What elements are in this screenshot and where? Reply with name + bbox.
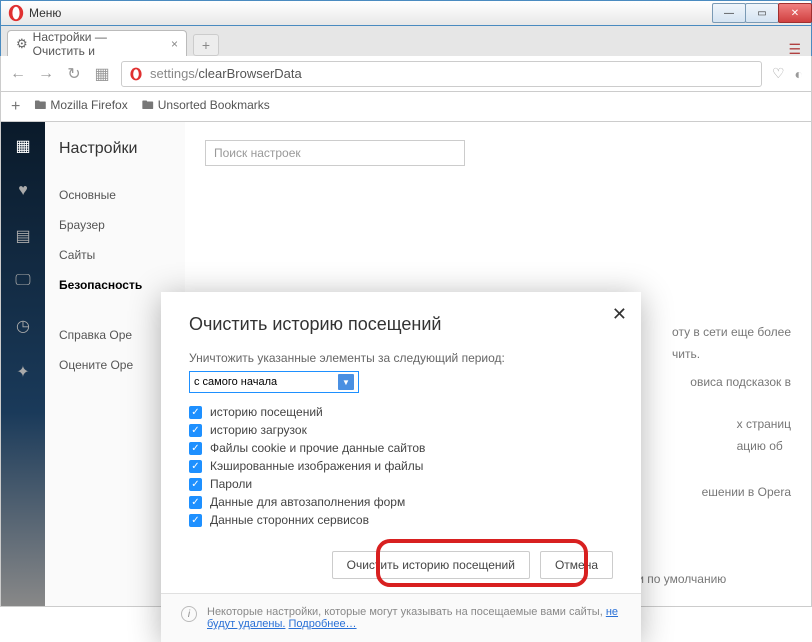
folder-icon: 🖿	[142, 98, 154, 112]
maximize-button[interactable]: ▭	[745, 3, 779, 23]
page-title: Настройки	[59, 140, 185, 158]
cancel-button[interactable]: Отмена	[540, 551, 613, 579]
check-cached-images[interactable]: ✓Кэшированные изображения и файлы	[189, 459, 613, 473]
rail-heart-icon[interactable]: ♥	[13, 182, 33, 200]
sidebar-item-browser[interactable]: Браузер	[59, 210, 185, 240]
checkbox-icon: ✓	[189, 478, 202, 491]
check-third-party[interactable]: ✓Данные сторонних сервисов	[189, 513, 613, 527]
window-titlebar: Меню — ▭ ✕	[0, 0, 812, 26]
footer-text: Некоторые настройки, которые могут указы…	[207, 606, 621, 630]
checkbox-icon: ✓	[189, 514, 202, 527]
clear-options-list: ✓историю посещений ✓историю загрузок ✓Фа…	[189, 405, 613, 527]
checkbox-icon: ✓	[189, 406, 202, 419]
time-prompt: Уничтожить указанные элементы за следующ…	[189, 351, 613, 365]
dialog-footer: i Некоторые настройки, которые могут ука…	[161, 593, 641, 642]
settings-search-input[interactable]: Поиск настроек	[205, 140, 465, 166]
checkbox-icon: ✓	[189, 424, 202, 437]
rail-news-icon[interactable]: ▤	[13, 226, 33, 246]
bookmarks-bar: + 🖿Mozilla Firefox 🖿Unsorted Bookmarks	[0, 92, 812, 122]
menu-button[interactable]: Меню	[29, 6, 61, 20]
folder-icon: 🖿	[34, 98, 46, 112]
content-area: ▦ ♥ ▤ 🖵 ◷ ✦ Настройки Основные Браузер С…	[0, 122, 812, 607]
checkbox-icon: ✓	[189, 460, 202, 473]
check-autofill[interactable]: ✓Данные для автозаполнения форм	[189, 495, 613, 509]
forward-icon[interactable]: →	[37, 65, 55, 83]
bg-text: оту в сети еще болеечить.	[672, 322, 791, 365]
tab-title: Настройки — Очистить и	[33, 30, 161, 58]
new-tab-button[interactable]: +	[193, 34, 219, 56]
address-bar[interactable]: settings/clearBrowserData	[121, 61, 762, 87]
time-range-select[interactable]: с самого начала ▼	[189, 371, 359, 393]
minimize-button[interactable]: —	[712, 3, 746, 23]
bookmark-folder[interactable]: 🖿Mozilla Firefox	[34, 96, 127, 117]
check-cookies[interactable]: ✓Файлы cookie и прочие данные сайтов	[189, 441, 613, 455]
bg-text: овиса подсказок в	[690, 372, 791, 394]
checkbox-icon: ✓	[189, 442, 202, 455]
bg-text: ешении в Opera	[702, 482, 791, 504]
sidebar-item-basic[interactable]: Основные	[59, 180, 185, 210]
address-toolbar: ← → ↻ ▦ settings/clearBrowserData ♡ ◐	[0, 56, 812, 92]
rail-clock-icon[interactable]: ◷	[13, 316, 33, 336]
check-download-history[interactable]: ✓историю загрузок	[189, 423, 613, 437]
close-window-button[interactable]: ✕	[778, 3, 812, 23]
check-browsing-history[interactable]: ✓историю посещений	[189, 405, 613, 419]
sync-icon[interactable]: ◐	[795, 66, 803, 82]
checkbox-icon: ✓	[189, 496, 202, 509]
bg-text: х страницацию об	[737, 414, 791, 457]
speed-dial-icon[interactable]: ▦	[93, 64, 111, 84]
add-bookmark-button[interactable]: +	[11, 98, 20, 116]
heart-icon[interactable]: ♡	[772, 65, 785, 82]
gear-icon: ⚙	[16, 36, 28, 52]
dialog-title: Очистить историю посещений	[189, 314, 613, 335]
check-passwords[interactable]: ✓Пароли	[189, 477, 613, 491]
opera-o-icon	[128, 66, 144, 82]
rail-puzzle-icon[interactable]: ✦	[13, 362, 33, 382]
icon-rail: ▦ ♥ ▤ 🖵 ◷ ✦	[1, 122, 45, 606]
tab-strip: ⚙ Настройки — Очистить и × + ☰	[0, 26, 812, 56]
clear-data-dialog: ✕ Очистить историю посещений Уничтожить …	[161, 292, 641, 642]
back-icon[interactable]: ←	[9, 65, 27, 83]
dialog-actions: Очистить историю посещений Отмена	[189, 551, 613, 579]
footer-link-more[interactable]: Подробнее…	[289, 618, 357, 630]
sidebar-item-sites[interactable]: Сайты	[59, 240, 185, 270]
clear-button[interactable]: Очистить историю посещений	[332, 551, 530, 579]
info-icon: i	[181, 606, 197, 622]
chevron-down-icon: ▼	[338, 374, 354, 390]
close-tab-icon[interactable]: ×	[171, 37, 178, 51]
close-dialog-button[interactable]: ✕	[612, 304, 627, 325]
tab-settings[interactable]: ⚙ Настройки — Очистить и ×	[7, 30, 187, 56]
address-text: settings/clearBrowserData	[150, 66, 302, 81]
select-value: с самого начала	[194, 376, 277, 388]
bookmark-folder[interactable]: 🖿Unsorted Bookmarks	[142, 96, 270, 117]
menu-icon[interactable]: ☰	[788, 42, 801, 56]
rail-grid-icon[interactable]: ▦	[13, 136, 33, 156]
rail-display-icon[interactable]: 🖵	[13, 272, 33, 290]
opera-logo-icon	[7, 4, 25, 22]
reload-icon[interactable]: ↻	[65, 64, 83, 84]
